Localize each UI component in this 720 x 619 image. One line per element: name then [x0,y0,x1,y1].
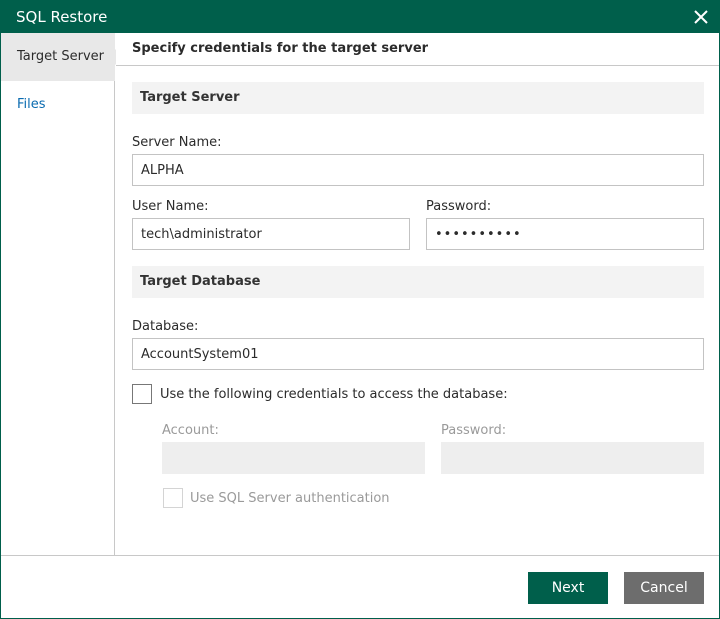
target-database-section-header: Target Database [132,266,704,298]
section-title: Target Database [140,274,261,289]
password-label: Password: [426,199,492,214]
database-label: Database: [132,319,199,334]
database-input[interactable] [132,338,704,370]
server-name-label: Server Name: [132,135,222,150]
next-button[interactable]: Next [528,572,608,604]
sidebar-item-files[interactable]: Files [1,81,115,129]
db-password-input[interactable] [441,442,704,474]
step-title: Specify credentials for the target serve… [132,41,429,56]
target-server-section-header: Target Server [132,82,704,114]
step-header: Specify credentials for the target serve… [116,33,719,66]
wizard-sidebar: Target Server Files [1,33,123,555]
use-credentials-label: Use the following credentials to access … [160,387,508,402]
sidebar-item-target-server[interactable]: Target Server [1,33,123,81]
account-label: Account: [162,423,219,438]
user-name-input[interactable] [132,218,410,250]
dialog-title: SQL Restore [16,8,108,26]
sql-restore-dialog: SQL Restore Target Server Files Specify … [0,0,720,619]
sql-auth-checkbox[interactable] [163,488,183,508]
close-icon[interactable] [691,7,711,27]
server-name-input[interactable] [132,154,704,186]
sidebar-item-label: Target Server [17,49,104,64]
db-password-label: Password: [441,423,507,438]
section-title: Target Server [140,90,240,105]
user-name-label: User Name: [132,199,209,214]
password-input[interactable] [426,218,704,250]
sidebar-item-label: Files [17,97,46,112]
account-input[interactable] [162,442,425,474]
cancel-button[interactable]: Cancel [624,572,704,604]
sql-auth-label: Use SQL Server authentication [190,491,390,506]
use-credentials-checkbox[interactable] [132,384,152,404]
title-bar: SQL Restore [1,1,719,33]
footer-divider [1,555,719,556]
